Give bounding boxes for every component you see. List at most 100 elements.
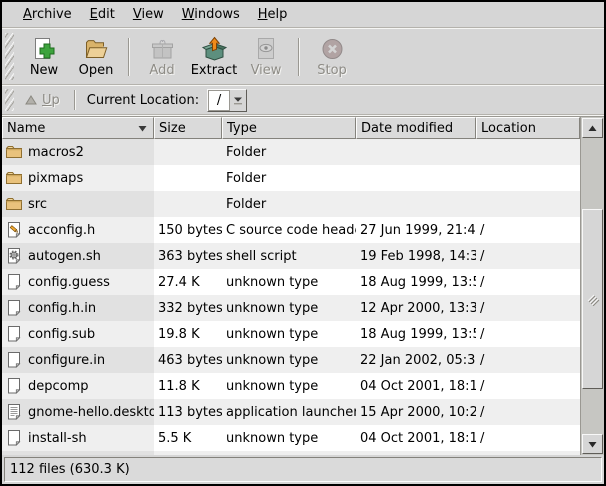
toolbar-drag-handle[interactable] bbox=[5, 33, 14, 80]
combo-dropdown-icon[interactable] bbox=[230, 90, 246, 111]
file-row[interactable]: acconfig.h150 bytesC source code header2… bbox=[2, 217, 580, 243]
file-name: config.sub bbox=[28, 327, 95, 342]
file-name-cell: configure.in bbox=[2, 347, 154, 373]
file-row[interactable]: configure.in463 bytesunknown type22 Jan … bbox=[2, 347, 580, 373]
file-type: unknown type bbox=[222, 425, 356, 451]
file-size: 27.4 K bbox=[154, 269, 222, 295]
location-combobox[interactable]: / bbox=[207, 89, 247, 112]
new-button[interactable]: New bbox=[18, 32, 70, 82]
file-type: unknown type bbox=[222, 295, 356, 321]
view-button: View bbox=[240, 32, 292, 82]
script-icon bbox=[6, 248, 23, 265]
location-bar-drag-handle[interactable] bbox=[5, 89, 14, 111]
add-button-label: Add bbox=[149, 64, 174, 78]
menu-archive[interactable]: Archive bbox=[14, 4, 81, 25]
file-name-cell: depcomp bbox=[2, 373, 154, 399]
scroll-up-icon bbox=[588, 125, 597, 132]
file-name: config.h.in bbox=[28, 301, 96, 316]
file-name: gnome-hello.desktop bbox=[28, 405, 154, 420]
file-type: Folder bbox=[222, 191, 356, 217]
open-button[interactable]: Open bbox=[70, 32, 122, 82]
document-icon bbox=[6, 352, 23, 369]
file-name-cell: config.h.in bbox=[2, 295, 154, 321]
file-date-modified: 12 Apr 2000, 13:36 bbox=[356, 295, 476, 321]
file-rows: macros2FolderpixmapsFoldersrcFolderaccon… bbox=[2, 139, 580, 455]
file-type: shell script bbox=[222, 243, 356, 269]
extract-button[interactable]: Extract bbox=[188, 32, 240, 82]
file-name-cell: config.guess bbox=[2, 269, 154, 295]
file-name: macros2 bbox=[28, 145, 84, 160]
file-name: install-sh bbox=[28, 431, 87, 446]
folder-icon bbox=[6, 170, 23, 187]
file-name-cell: macros2 bbox=[2, 139, 154, 165]
column-header-date-modified[interactable]: Date modified bbox=[356, 117, 476, 139]
file-location bbox=[476, 165, 580, 191]
file-type: unknown type bbox=[222, 373, 356, 399]
file-row-partial[interactable] bbox=[2, 451, 580, 455]
file-row[interactable]: config.sub19.8 Kunknown type18 Aug 1999,… bbox=[2, 321, 580, 347]
file-row[interactable]: srcFolder bbox=[2, 191, 580, 217]
file-row[interactable]: macros2Folder bbox=[2, 139, 580, 165]
sort-indicator-icon bbox=[138, 125, 149, 132]
file-row[interactable]: config.h.in332 bytesunknown type12 Apr 2… bbox=[2, 295, 580, 321]
file-location: / bbox=[476, 399, 580, 425]
scrollbar-thumb[interactable] bbox=[582, 209, 603, 389]
file-date-modified: 04 Oct 2001, 18:12 bbox=[356, 373, 476, 399]
file-row[interactable]: gnome-hello.desktop113 bytesapplication … bbox=[2, 399, 580, 425]
file-name-cell: config.sub bbox=[2, 321, 154, 347]
file-date-modified bbox=[356, 139, 476, 165]
location-value: / bbox=[208, 90, 230, 111]
up-arrow-icon bbox=[25, 95, 37, 105]
add-button: Add bbox=[136, 32, 188, 82]
scroll-down-icon bbox=[588, 441, 597, 448]
file-type: application launcher bbox=[222, 399, 356, 425]
document-icon bbox=[6, 300, 23, 317]
file-size: 19.8 K bbox=[154, 321, 222, 347]
vertical-scrollbar[interactable] bbox=[580, 117, 604, 455]
file-row[interactable]: pixmapsFolder bbox=[2, 165, 580, 191]
file-list-area: Name Size Type Date modified Location ma… bbox=[2, 116, 604, 455]
file-location: / bbox=[476, 373, 580, 399]
file-name-cell: install-sh bbox=[2, 425, 154, 451]
column-header-type[interactable]: Type bbox=[222, 117, 356, 139]
column-header-location[interactable]: Location bbox=[476, 117, 580, 139]
scroll-up-button[interactable] bbox=[582, 118, 603, 138]
file-row[interactable]: install-sh 5.5 Kunknown type04 Oct 2001, … bbox=[2, 425, 580, 451]
file-row[interactable]: depcomp11.8 Kunknown type04 Oct 2001, 18… bbox=[2, 373, 580, 399]
column-header-name[interactable]: Name bbox=[2, 117, 154, 139]
file-name-cell: acconfig.h bbox=[2, 217, 154, 243]
file-size: 5.5 K bbox=[154, 425, 222, 451]
menu-edit[interactable]: Edit bbox=[81, 4, 124, 25]
document-icon bbox=[6, 326, 23, 343]
file-type: unknown type bbox=[222, 321, 356, 347]
statusbar: 112 files (630.3 K) bbox=[4, 457, 602, 482]
file-name-cell: gnome-hello.desktop bbox=[2, 399, 154, 425]
location-bar: Up Current Location: / bbox=[2, 86, 604, 114]
file-row[interactable]: config.guess27.4 Kunknown type18 Aug 199… bbox=[2, 269, 580, 295]
view-file-icon bbox=[253, 36, 280, 63]
menu-view[interactable]: View bbox=[124, 4, 173, 25]
file-type: unknown type bbox=[222, 347, 356, 373]
menu-windows[interactable]: Windows bbox=[173, 4, 249, 25]
menu-help[interactable]: Help bbox=[249, 4, 297, 25]
file-date-modified: 18 Aug 1999, 13:53 bbox=[356, 269, 476, 295]
new-button-label: New bbox=[30, 64, 58, 78]
file-size bbox=[154, 451, 222, 455]
file-size bbox=[154, 139, 222, 165]
column-header-size[interactable]: Size bbox=[154, 117, 222, 139]
file-date-modified: 04 Oct 2001, 18:12 bbox=[356, 425, 476, 451]
file-name: config.guess bbox=[28, 275, 110, 290]
file-size: 363 bytes bbox=[154, 243, 222, 269]
file-size: 113 bytes bbox=[154, 399, 222, 425]
file-size bbox=[154, 165, 222, 191]
file-type: C source code header bbox=[222, 217, 356, 243]
folder-icon bbox=[6, 196, 23, 213]
file-row[interactable]: autogen.sh363 bytesshell script19 Feb 19… bbox=[2, 243, 580, 269]
document-icon bbox=[6, 430, 23, 447]
file-size bbox=[154, 191, 222, 217]
file-date-modified bbox=[356, 191, 476, 217]
file-location: / bbox=[476, 295, 580, 321]
folder-icon bbox=[6, 144, 23, 161]
text-document-icon bbox=[6, 404, 23, 421]
scroll-down-button[interactable] bbox=[582, 434, 603, 454]
